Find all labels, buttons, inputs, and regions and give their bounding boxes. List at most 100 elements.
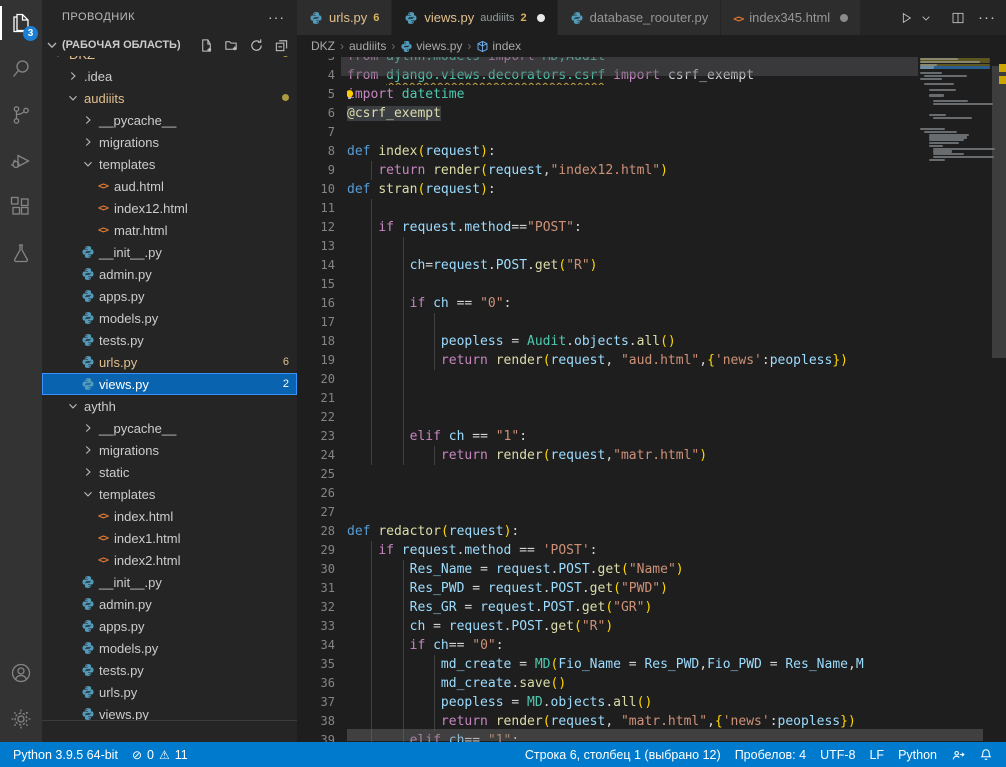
activity-testing-icon[interactable] [0, 230, 42, 276]
code-line-5[interactable]: 5import datetime [297, 85, 918, 104]
code-line-22[interactable]: 22 [297, 408, 918, 427]
tab-index345.html[interactable]: <>index345.html [721, 0, 860, 35]
status-language-mode[interactable]: Python [891, 742, 944, 767]
tab-database_roouter.py[interactable]: database_roouter.py [558, 0, 721, 35]
unsaved-dot[interactable] [840, 14, 848, 22]
breadcrumb-item-views.py[interactable]: views.py [400, 39, 462, 53]
code-line-23[interactable]: 23 elif ch == "1": [297, 427, 918, 446]
code-line-29[interactable]: 29 if request.method == 'POST': [297, 541, 918, 560]
breadcrumb-item-index[interactable]: index [476, 39, 521, 53]
code-line-32[interactable]: 32 Res_GR = request.POST.get("GR") [297, 598, 918, 617]
tree-item-audiiits[interactable]: audiiits [42, 87, 297, 109]
code-line-34[interactable]: 34 if ch== "0": [297, 636, 918, 655]
tree-item-urls.py[interactable]: urls.py6 [42, 351, 297, 373]
unsaved-dot[interactable] [537, 14, 545, 22]
scrollbar-thumb[interactable] [992, 66, 1006, 358]
more-actions-icon[interactable]: ··· [268, 9, 285, 25]
tree-item-urls.py[interactable]: urls.py [42, 681, 297, 703]
code-line-19[interactable]: 19 return render(request, "aud.html",{'n… [297, 351, 918, 370]
horizontal-scrollbar[interactable] [347, 729, 983, 741]
code-line-9[interactable]: 9 return render(request,"index12.html") [297, 161, 918, 180]
code-line-13[interactable]: 13 [297, 237, 918, 256]
code-line-31[interactable]: 31 Res_PWD = request.POST.get("PWD") [297, 579, 918, 598]
tree-item-__init__.py[interactable]: __init__.py [42, 571, 297, 593]
tree-item-migrations[interactable]: migrations [42, 439, 297, 461]
tree-item-__pycache__[interactable]: __pycache__ [42, 417, 297, 439]
tree-item-views.py[interactable]: views.py [42, 703, 297, 720]
status-python-interpreter[interactable]: Python 3.9.5 64-bit [6, 742, 125, 767]
status-indentation[interactable]: Пробелов: 4 [728, 742, 813, 767]
status-cursor-position[interactable]: Строка 6, столбец 1 (выбрано 12) [518, 742, 728, 767]
tree-item-index.html[interactable]: <>index.html [42, 505, 297, 527]
run-button[interactable] [896, 8, 916, 28]
tree-item-.idea[interactable]: .idea [42, 65, 297, 87]
tree-item-tests.py[interactable]: tests.py [42, 329, 297, 351]
tab-views.py[interactable]: views.pyaudiiits2 [392, 0, 556, 35]
vertical-scrollbar[interactable] [992, 57, 1006, 742]
code-line-8[interactable]: 8def index(request): [297, 142, 918, 161]
code-line-37[interactable]: 37 peopless = MD.objects.all() [297, 693, 918, 712]
code-line-7[interactable]: 7 [297, 123, 918, 142]
code-line-20[interactable]: 20 [297, 370, 918, 389]
more-actions-icon[interactable]: ··· [978, 9, 996, 26]
tree-item-matr.html[interactable]: <>matr.html [42, 219, 297, 241]
code-line-27[interactable]: 27 [297, 503, 918, 522]
code-line-30[interactable]: 30 Res_Name = request.POST.get("Name") [297, 560, 918, 579]
tree-item-index2.html[interactable]: <>index2.html [42, 549, 297, 571]
code-line-12[interactable]: 12 if request.method=="POST": [297, 218, 918, 237]
tree-item-models.py[interactable]: models.py [42, 637, 297, 659]
breadcrumb-item-DKZ[interactable]: DKZ [311, 39, 335, 53]
code-editor[interactable]: 3from aythh.models import MD,Audit4from … [297, 57, 1006, 742]
new-folder-icon[interactable] [224, 38, 239, 53]
tree-item-aythh[interactable]: aythh [42, 395, 297, 417]
status-feedback-icon[interactable] [944, 742, 972, 767]
new-file-icon[interactable] [199, 38, 214, 53]
tree-item-admin.py[interactable]: admin.py [42, 593, 297, 615]
code-line-14[interactable]: 14 ch=request.POST.get("R") [297, 256, 918, 275]
tree-item-static[interactable]: static [42, 461, 297, 483]
code-line-10[interactable]: 10def stran(request): [297, 180, 918, 199]
code-line-24[interactable]: 24 return render(request,"matr.html") [297, 446, 918, 465]
tree-item-templates[interactable]: templates [42, 153, 297, 175]
tree-item-aud.html[interactable]: <>aud.html [42, 175, 297, 197]
tree-item-templates[interactable]: templates [42, 483, 297, 505]
code-line-25[interactable]: 25 [297, 465, 918, 484]
tree-item-__pycache__[interactable]: __pycache__ [42, 109, 297, 131]
activity-search-icon[interactable] [0, 46, 42, 92]
activity-explorer-icon[interactable]: 3 [0, 0, 42, 46]
status-encoding[interactable]: UTF-8 [813, 742, 862, 767]
split-editor-icon[interactable] [948, 8, 968, 28]
code-line-33[interactable]: 33 ch = request.POST.get("R") [297, 617, 918, 636]
status-problems[interactable]: ⊘0⚠11 [125, 742, 195, 767]
code-line-11[interactable]: 11 [297, 199, 918, 218]
tree-item-views.py[interactable]: views.py2 [42, 373, 297, 395]
tree-item-apps.py[interactable]: apps.py [42, 285, 297, 307]
code-line-6[interactable]: 6@csrf_exempt [297, 104, 918, 123]
code-line-21[interactable]: 21 [297, 389, 918, 408]
tree-item-admin.py[interactable]: admin.py [42, 263, 297, 285]
code-line-16[interactable]: 16 if ch == "0": [297, 294, 918, 313]
code-line-36[interactable]: 36 md_create.save() [297, 674, 918, 693]
code-line-15[interactable]: 15 [297, 275, 918, 294]
tree-item-__init__.py[interactable]: __init__.py [42, 241, 297, 263]
activity-extensions-icon[interactable] [0, 184, 42, 230]
code-line-17[interactable]: 17 [297, 313, 918, 332]
tree-item-index1.html[interactable]: <>index1.html [42, 527, 297, 549]
code-line-35[interactable]: 35 md_create = MD(Fio_Name = Res_PWD,Fio… [297, 655, 918, 674]
status-eol[interactable]: LF [862, 742, 891, 767]
status-bell-icon[interactable] [972, 742, 1000, 767]
tree-item-DKZ[interactable]: DKZ [42, 56, 297, 65]
lightbulb-icon[interactable] [347, 88, 356, 101]
collapse-all-icon[interactable] [274, 38, 289, 53]
refresh-icon[interactable] [249, 38, 264, 53]
activity-source-control-icon[interactable] [0, 92, 42, 138]
outline-section-header[interactable] [42, 720, 297, 742]
tree-item-tests.py[interactable]: tests.py [42, 659, 297, 681]
tree-item-apps.py[interactable]: apps.py [42, 615, 297, 637]
minimap[interactable] [918, 57, 992, 742]
tree-item-index12.html[interactable]: <>index12.html [42, 197, 297, 219]
activity-account-icon[interactable] [0, 650, 42, 696]
breadcrumb-item-audiiits[interactable]: audiiits [349, 39, 386, 53]
code-line-28[interactable]: 28def redactor(request): [297, 522, 918, 541]
activity-run-debug-icon[interactable] [0, 138, 42, 184]
